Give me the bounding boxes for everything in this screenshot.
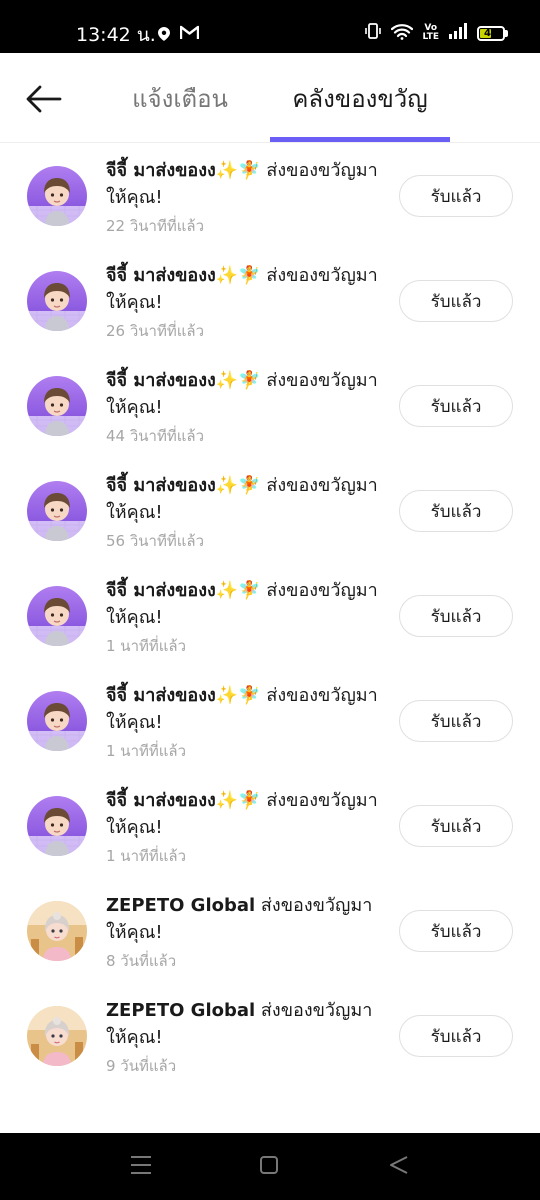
- battery-icon: 47: [477, 25, 508, 41]
- back-triangle-icon[interactable]: [386, 1153, 416, 1181]
- avatar[interactable]: [27, 586, 87, 646]
- status-bar: 13:42 น. Vo LTE 47: [0, 0, 540, 53]
- active-tab-indicator: [270, 137, 450, 142]
- gift-message: จีจี้ มาส่งของง✨🧚 ส่งของขวัญมาให้คุณ!: [106, 787, 391, 841]
- received-button[interactable]: รับแล้ว: [399, 805, 513, 847]
- received-button[interactable]: รับแล้ว: [399, 1015, 513, 1057]
- back-button[interactable]: [22, 77, 66, 121]
- timestamp: 22 วินาทีที่แล้ว: [106, 217, 205, 235]
- gift-row[interactable]: ZEPETO Global ส่งของขวัญมาให้คุณ! 8 วันที…: [0, 878, 540, 983]
- sender-name[interactable]: จีจี้ มาส่งของง✨🧚: [106, 265, 261, 286]
- avatar[interactable]: [27, 1006, 87, 1066]
- sender-name[interactable]: จีจี้ มาส่งของง✨🧚: [106, 685, 261, 706]
- wifi-icon: [391, 23, 414, 44]
- timestamp: 26 วินาทีที่แล้ว: [106, 322, 205, 340]
- menu-icon[interactable]: [128, 1153, 158, 1181]
- vibrate-icon: [364, 22, 382, 44]
- gmail-icon: [179, 25, 200, 44]
- gift-row[interactable]: จีจี้ มาส่งของง✨🧚 ส่งของขวัญมาให้คุณ! 26 …: [0, 248, 540, 353]
- timestamp: 8 วันที่แล้ว: [106, 952, 177, 970]
- sender-name[interactable]: ZEPETO Global: [106, 1000, 255, 1021]
- sender-name[interactable]: จีจี้ มาส่งของง✨🧚: [106, 580, 261, 601]
- timestamp: 1 นาทีที่แล้ว: [106, 637, 187, 655]
- gift-text: จีจี้ มาส่งของง✨🧚 ส่งของขวัญมาให้คุณ! 1 น…: [106, 577, 391, 658]
- status-time: 13:42 น.: [76, 24, 156, 46]
- received-button[interactable]: รับแล้ว: [399, 595, 513, 637]
- avatar[interactable]: [27, 271, 87, 331]
- avatar[interactable]: [27, 901, 87, 961]
- arrow-left-icon: [26, 85, 62, 113]
- gift-row[interactable]: จีจี้ มาส่งของง✨🧚 ส่งของขวัญมาให้คุณ! 56 …: [0, 458, 540, 563]
- timestamp: 56 วินาทีที่แล้ว: [106, 532, 205, 550]
- gift-row[interactable]: ZEPETO Global ส่งของขวัญมาให้คุณ! 9 วันที…: [0, 983, 540, 1088]
- gift-row[interactable]: จีจี้ มาส่งของง✨🧚 ส่งของขวัญมาให้คุณ! 1 น…: [0, 563, 540, 668]
- sender-name[interactable]: จีจี้ มาส่งของง✨🧚: [106, 790, 261, 811]
- location-icon: [158, 26, 170, 45]
- gift-row[interactable]: จีจี้ มาส่งของง✨🧚 ส่งของขวัญมาให้คุณ! 1 น…: [0, 668, 540, 773]
- timestamp: 9 วันที่แล้ว: [106, 1057, 177, 1075]
- gift-text: จีจี้ มาส่งของง✨🧚 ส่งของขวัญมาให้คุณ! 1 น…: [106, 682, 391, 763]
- avatar[interactable]: [27, 691, 87, 751]
- received-button[interactable]: รับแล้ว: [399, 280, 513, 322]
- sender-name[interactable]: จีจี้ มาส่งของง✨🧚: [106, 475, 261, 496]
- timestamp: 44 วินาทีที่แล้ว: [106, 427, 205, 445]
- gift-text: จีจี้ มาส่งของง✨🧚 ส่งของขวัญมาให้คุณ! 44 …: [106, 367, 391, 448]
- volte-indicator: Vo LTE: [422, 23, 439, 42]
- gift-text: จีจี้ มาส่งของง✨🧚 ส่งของขวัญมาให้คุณ! 1 น…: [106, 787, 391, 868]
- gift-text: จีจี้ มาส่งของง✨🧚 ส่งของขวัญมาให้คุณ! 26 …: [106, 262, 391, 343]
- gift-text: จีจี้ มาส่งของง✨🧚 ส่งของขวัญมาให้คุณ! 56 …: [106, 472, 391, 553]
- gift-text: จีจี้ มาส่งของง✨🧚 ส่งของขวัญมาให้คุณ! 22 …: [106, 157, 391, 238]
- timestamp: 1 นาทีที่แล้ว: [106, 847, 187, 865]
- tab-gift-box[interactable]: คลังของขวัญ: [270, 53, 450, 143]
- avatar[interactable]: [27, 166, 87, 226]
- system-nav-bar: [0, 1133, 540, 1200]
- signal-icon: [448, 23, 468, 43]
- gift-message: จีจี้ มาส่งของง✨🧚 ส่งของขวัญมาให้คุณ!: [106, 472, 391, 526]
- received-button[interactable]: รับแล้ว: [399, 490, 513, 532]
- gift-text: ZEPETO Global ส่งของขวัญมาให้คุณ! 9 วันที…: [106, 997, 391, 1078]
- gift-message: ZEPETO Global ส่งของขวัญมาให้คุณ!: [106, 997, 391, 1051]
- gift-text: ZEPETO Global ส่งของขวัญมาให้คุณ! 8 วันที…: [106, 892, 391, 973]
- gift-list: จีจี้ มาส่งของง✨🧚 ส่งของขวัญมาให้คุณ! 22 …: [0, 143, 540, 1088]
- received-button[interactable]: รับแล้ว: [399, 910, 513, 952]
- tab-notifications[interactable]: แจ้งเตือน: [110, 53, 250, 143]
- sender-name[interactable]: จีจี้ มาส่งของง✨🧚: [106, 160, 261, 181]
- gift-row[interactable]: จีจี้ มาส่งของง✨🧚 ส่งของขวัญมาให้คุณ! 1 น…: [0, 773, 540, 878]
- app-header: แจ้งเตือน คลังของขวัญ: [0, 53, 540, 143]
- gift-message: จีจี้ มาส่งของง✨🧚 ส่งของขวัญมาให้คุณ!: [106, 367, 391, 421]
- received-button[interactable]: รับแล้ว: [399, 385, 513, 427]
- received-button[interactable]: รับแล้ว: [399, 175, 513, 217]
- gift-row[interactable]: จีจี้ มาส่งของง✨🧚 ส่งของขวัญมาให้คุณ! 44 …: [0, 353, 540, 458]
- gift-row[interactable]: จีจี้ มาส่งของง✨🧚 ส่งของขวัญมาให้คุณ! 22 …: [0, 143, 540, 248]
- sender-name[interactable]: จีจี้ มาส่งของง✨🧚: [106, 370, 261, 391]
- gift-message: ZEPETO Global ส่งของขวัญมาให้คุณ!: [106, 892, 391, 946]
- gift-message: จีจี้ มาส่งของง✨🧚 ส่งของขวัญมาให้คุณ!: [106, 682, 391, 736]
- avatar[interactable]: [27, 481, 87, 541]
- timestamp: 1 นาทีที่แล้ว: [106, 742, 187, 760]
- gift-message: จีจี้ มาส่งของง✨🧚 ส่งของขวัญมาให้คุณ!: [106, 577, 391, 631]
- sender-name[interactable]: ZEPETO Global: [106, 895, 255, 916]
- home-square-icon[interactable]: [256, 1153, 286, 1181]
- avatar[interactable]: [27, 376, 87, 436]
- avatar[interactable]: [27, 796, 87, 856]
- battery-level: 47: [484, 27, 498, 39]
- gift-message: จีจี้ มาส่งของง✨🧚 ส่งของขวัญมาให้คุณ!: [106, 157, 391, 211]
- received-button[interactable]: รับแล้ว: [399, 700, 513, 742]
- gift-message: จีจี้ มาส่งของง✨🧚 ส่งของขวัญมาให้คุณ!: [106, 262, 391, 316]
